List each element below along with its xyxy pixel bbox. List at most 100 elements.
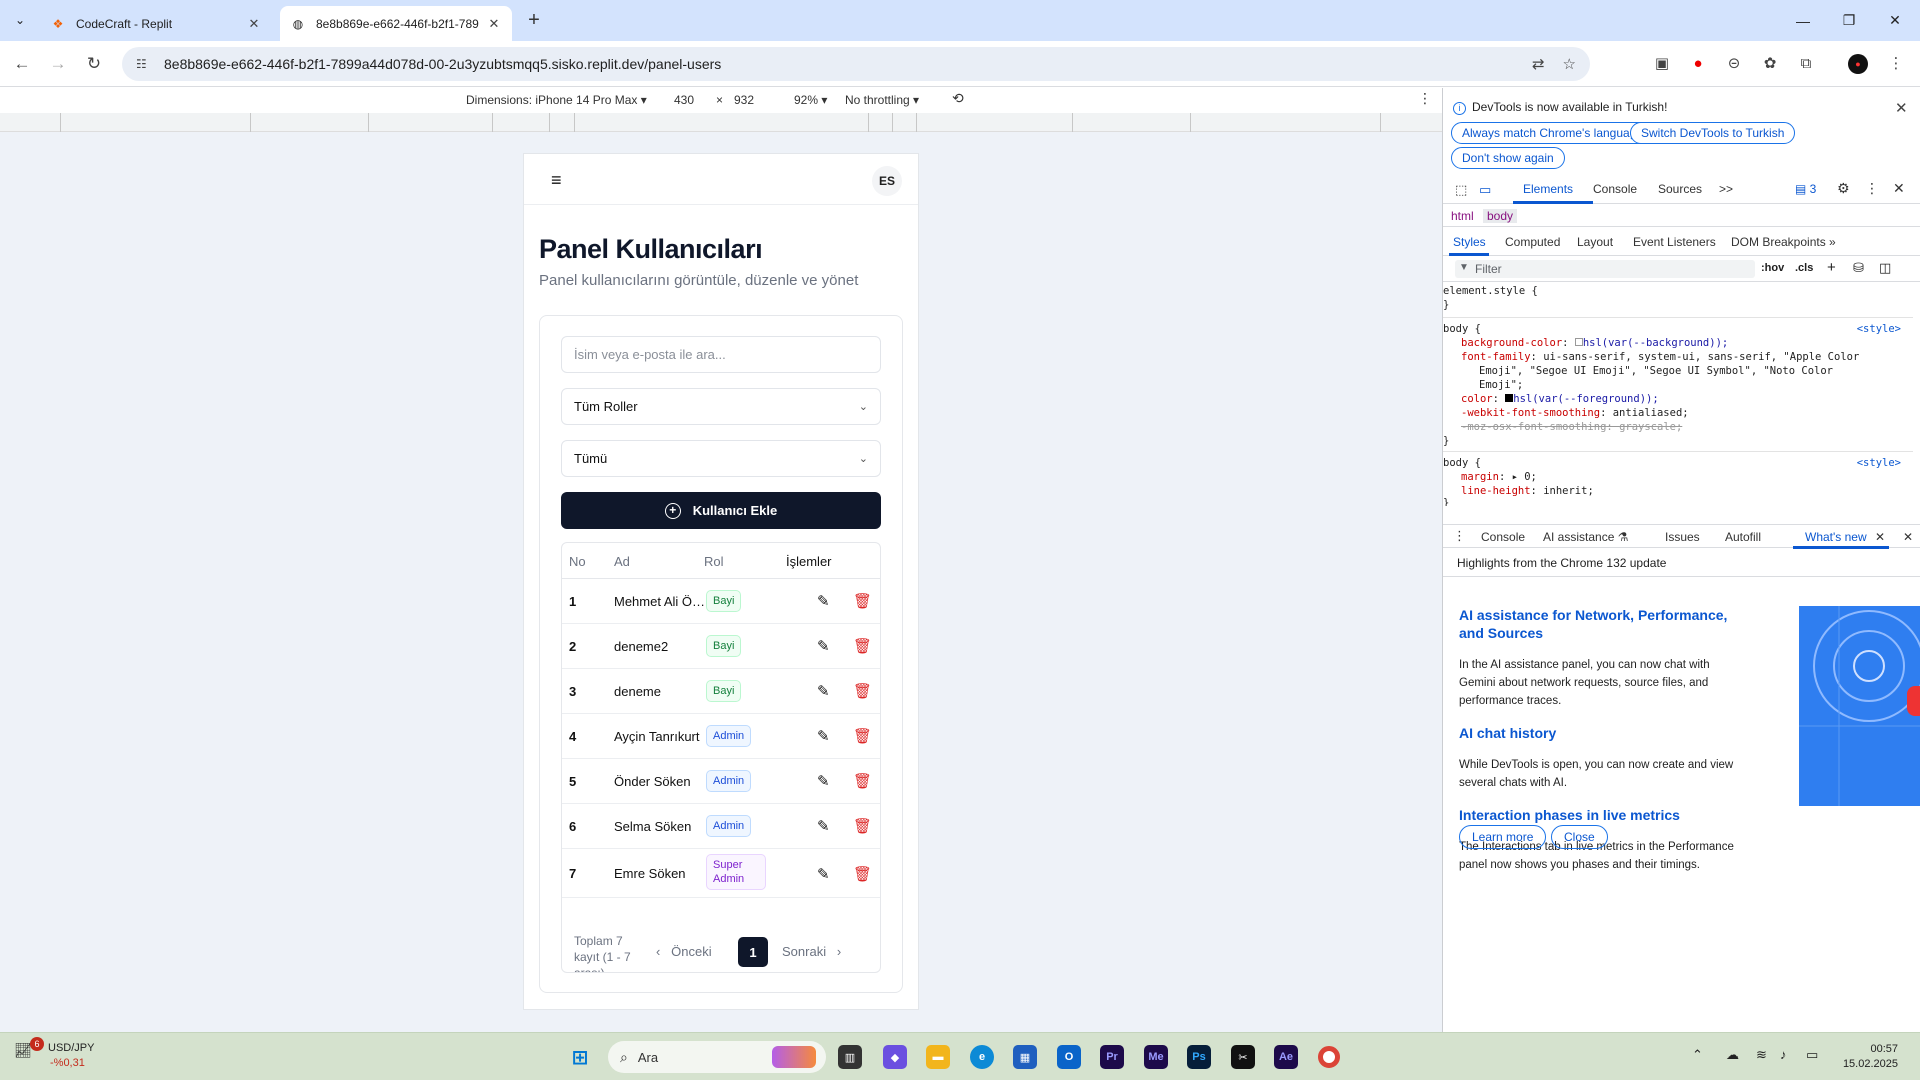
drawer-menu-icon[interactable]: ⋮ (1453, 528, 1466, 544)
rotate-icon[interactable]: ⟲ (952, 90, 964, 107)
onedrive-cloud-icon[interactable]: ☁ (1726, 1047, 1739, 1063)
drawer-tab-whats-new[interactable]: What's new (1805, 530, 1867, 544)
device-more-icon[interactable]: ⋮ (1418, 90, 1432, 107)
photoshop-icon[interactable]: Ps (1187, 1045, 1211, 1069)
taskbar-search[interactable]: ⌕ Ara (608, 1041, 826, 1073)
rule-selector[interactable]: element.style { (1443, 284, 1538, 298)
device-select[interactable]: Dimensions: iPhone 14 Pro Max ▾ (466, 93, 647, 107)
delete-trash-icon[interactable]: 🗑︎ (853, 727, 872, 745)
user-avatar[interactable]: ES (872, 166, 902, 196)
new-tab-icon[interactable]: + (522, 9, 546, 33)
chrome-menu-icon[interactable]: ⋮ (1886, 54, 1906, 74)
subtab-styles[interactable]: Styles (1453, 235, 1486, 249)
cls-toggle[interactable]: .cls (1795, 262, 1813, 274)
minimize-icon[interactable]: — (1780, 0, 1826, 41)
drawer-tab-issues[interactable]: Issues (1665, 530, 1700, 544)
delete-trash-icon[interactable]: 🗑︎ (853, 817, 872, 835)
opera-extension-icon[interactable]: ● (1688, 54, 1708, 74)
tab-sources[interactable]: Sources (1658, 182, 1702, 196)
translate-icon[interactable]: ⇄ (1532, 55, 1545, 73)
styles-filter-input[interactable]: Filter (1455, 260, 1755, 278)
style-source-link[interactable]: <style> (1857, 456, 1901, 470)
browser-tab-codecraft[interactable]: ❖ CodeCraft - Replit ✕ (40, 6, 272, 41)
device-toggle-icon[interactable]: ▭ (1479, 182, 1491, 198)
switch-turkish-button[interactable]: Switch DevTools to Turkish (1630, 122, 1796, 144)
devtools-close-icon[interactable]: ✕ (1893, 180, 1905, 197)
new-rule-plus-icon[interactable]: + (1827, 259, 1836, 276)
more-tabs-icon[interactable]: >> (1719, 182, 1733, 196)
chrome-icon[interactable] (1318, 1046, 1340, 1068)
sidebar-toggle-icon[interactable]: ◫ (1879, 260, 1891, 276)
style-declaration[interactable]: font-family: ui-sans-serif, system-ui, s… (1461, 350, 1859, 364)
inspect-element-icon[interactable]: ⬚ (1455, 182, 1467, 198)
style-declaration-overridden[interactable]: -moz-osx-font-smoothing: grayscale; (1461, 420, 1682, 434)
prev-page-button[interactable]: ‹ Önceki (656, 944, 712, 959)
subtab-dom-breakpoints[interactable]: DOM Breakpoints (1731, 235, 1826, 249)
outlook-icon[interactable]: O (1057, 1045, 1081, 1069)
volume-icon[interactable]: ♪ (1780, 1047, 1787, 1062)
drawer-close-icon[interactable]: ✕ (1903, 530, 1913, 544)
tab-search-chevron-icon[interactable]: ⌄ (8, 8, 32, 32)
edit-pencil-icon[interactable]: ✎ (817, 592, 830, 610)
extension-icon[interactable]: ⊝ (1724, 54, 1744, 74)
bookmark-star-icon[interactable]: ☆ (1563, 55, 1576, 73)
premiere-icon[interactable]: Pr (1100, 1045, 1124, 1069)
after-effects-icon[interactable]: Ae (1274, 1045, 1298, 1069)
show-hidden-icons[interactable]: ⌃ (1692, 1047, 1703, 1063)
edit-pencil-icon[interactable]: ✎ (817, 727, 830, 745)
learn-more-button[interactable]: Learn more (1459, 825, 1547, 849)
device-height-input[interactable]: 932 (734, 93, 754, 107)
copilot-icon[interactable]: ◆ (883, 1045, 907, 1069)
subtab-computed[interactable]: Computed (1505, 235, 1560, 249)
capcut-icon[interactable]: ✂ (1231, 1045, 1255, 1069)
style-declaration[interactable]: -webkit-font-smoothing: antialiased; (1461, 406, 1689, 420)
task-view-icon[interactable]: ▥ (838, 1045, 862, 1069)
extension-icon[interactable]: ▣ (1652, 54, 1672, 74)
drawer-tab-ai-assistance[interactable]: AI assistance ⚗ (1543, 530, 1628, 544)
tab-elements[interactable]: Elements (1523, 182, 1573, 196)
reload-icon[interactable]: ↻ (82, 52, 106, 76)
delete-trash-icon[interactable]: 🗑︎ (853, 865, 872, 883)
whats-new-heading[interactable]: AI chat history (1459, 724, 1729, 742)
zoom-select[interactable]: 92% ▾ (794, 93, 827, 107)
delete-trash-icon[interactable]: 🗑︎ (853, 682, 872, 700)
subtab-event-listeners[interactable]: Event Listeners (1633, 235, 1716, 249)
more-subtabs-icon[interactable]: » (1829, 235, 1836, 249)
system-clock[interactable]: 00:57 15.02.2025 (1843, 1042, 1898, 1072)
style-declaration[interactable]: color: hsl(var(--foreground)); (1461, 392, 1659, 406)
edge-icon[interactable]: e (970, 1045, 994, 1069)
whats-new-close-icon[interactable]: ✕ (1875, 530, 1885, 544)
whats-new-close-button[interactable]: Close (1551, 825, 1608, 849)
status-filter-select[interactable]: Tümü ⌄ (561, 440, 881, 477)
edit-pencil-icon[interactable]: ✎ (817, 637, 830, 655)
drawer-tab-autofill[interactable]: Autofill (1725, 530, 1761, 544)
delete-trash-icon[interactable]: 🗑︎ (853, 637, 872, 655)
delete-trash-icon[interactable]: 🗑︎ (853, 772, 872, 790)
role-filter-select[interactable]: Tüm Roller ⌄ (561, 388, 881, 425)
tab-close-icon[interactable]: ✕ (246, 16, 262, 32)
browser-tab-panel[interactable]: ◍ 8e8b869e-e662-446f-b2f1-789 ✕ (280, 6, 512, 41)
add-user-button[interactable]: + Kullanıcı Ekle (561, 492, 881, 529)
tab-console[interactable]: Console (1593, 182, 1637, 196)
style-declaration[interactable]: line-height: inherit; (1461, 484, 1594, 498)
battery-icon[interactable]: ▭ (1806, 1047, 1818, 1063)
stock-widget[interactable]: 📈︎ 6 USD/JPY -%0,31 (14, 1037, 94, 1071)
profile-avatar[interactable]: ● (1848, 54, 1868, 74)
subtab-layout[interactable]: Layout (1577, 235, 1613, 249)
edit-pencil-icon[interactable]: ✎ (817, 865, 830, 883)
rule-selector[interactable]: body { (1443, 456, 1481, 470)
rule-selector[interactable]: body { (1443, 322, 1481, 336)
media-encoder-icon[interactable]: Me (1144, 1045, 1168, 1069)
delete-trash-icon[interactable]: 🗑︎ (853, 592, 872, 610)
extensions-puzzle-icon[interactable]: ⧉ (1796, 54, 1816, 74)
back-icon[interactable]: ← (10, 52, 34, 76)
dont-show-again-button[interactable]: Don't show again (1451, 147, 1565, 169)
style-declaration[interactable]: background-color: hsl(var(--background))… (1461, 336, 1728, 350)
whats-new-heading[interactable]: AI assistance for Network, Performance, … (1459, 606, 1729, 642)
crumb-body[interactable]: body (1483, 209, 1518, 223)
menu-icon[interactable]: ≡ (551, 170, 562, 191)
search-input[interactable] (561, 336, 881, 373)
crumb-html[interactable]: html (1451, 209, 1474, 223)
store-icon[interactable]: ▦ (1013, 1045, 1037, 1069)
site-info-icon[interactable]: ☷ (136, 57, 152, 71)
